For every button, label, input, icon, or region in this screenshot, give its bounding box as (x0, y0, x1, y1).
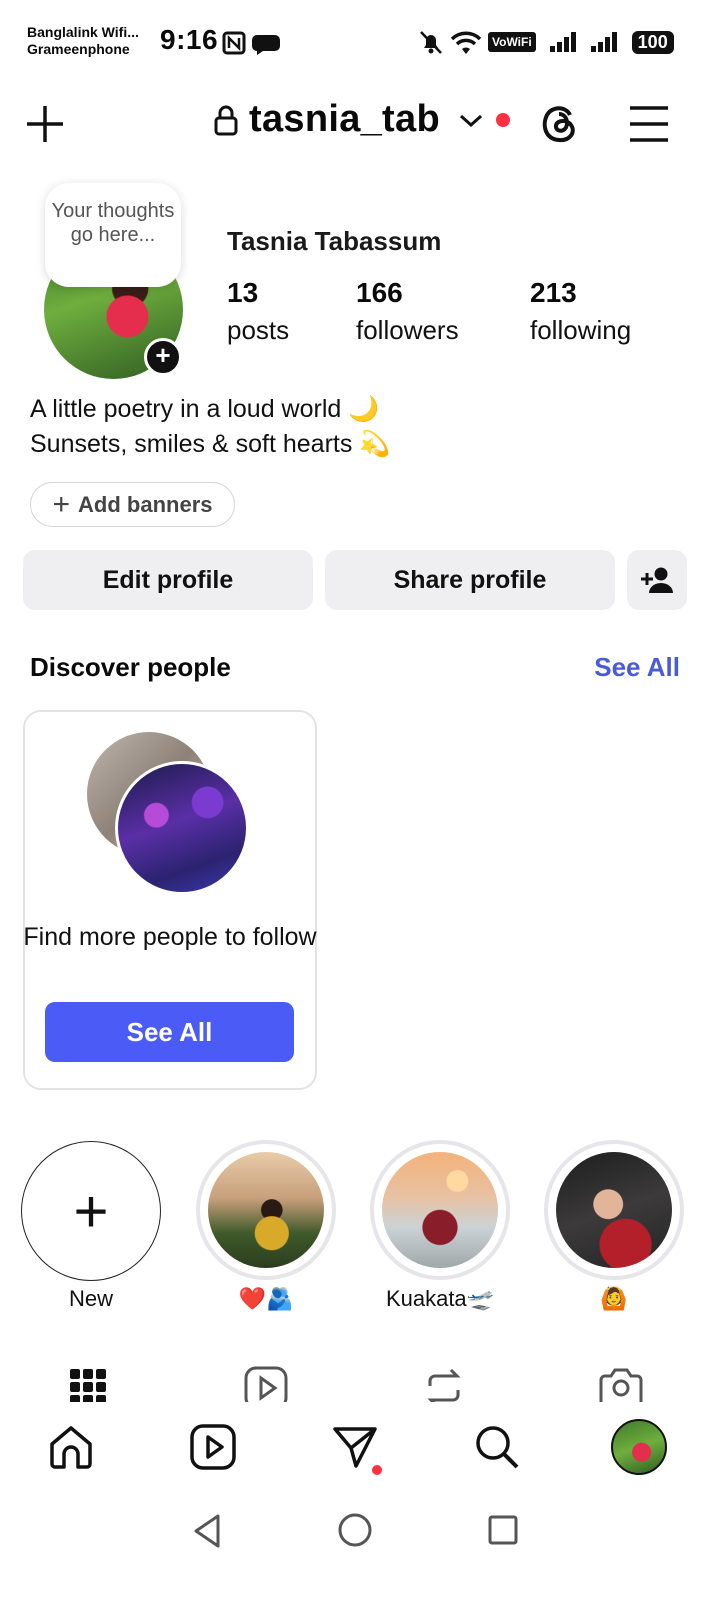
suggested-person-photo (115, 761, 249, 895)
reels-icon[interactable] (190, 1424, 236, 1470)
highlight-cover (382, 1152, 498, 1268)
bell-muted-icon (420, 31, 442, 54)
username: tasnia_tab (249, 98, 440, 140)
stat-posts[interactable]: 13 posts (227, 277, 289, 346)
profile-tabs (0, 1352, 725, 1402)
carrier-line-2: Grameenphone (27, 41, 130, 57)
followers-count: 166 (356, 277, 403, 308)
recents-icon[interactable] (487, 1514, 519, 1546)
note-bubble[interactable]: Your thoughts go here... (45, 183, 181, 287)
menu-icon[interactable] (628, 104, 670, 144)
vowifi-badge: VoWiFi (488, 32, 536, 52)
full-name: Tasnia Tabassum (227, 226, 442, 256)
add-person-icon (641, 567, 673, 593)
search-icon[interactable] (474, 1424, 520, 1470)
posts-label: posts (227, 315, 290, 345)
find-more-text: Find more people to follow (23, 923, 317, 951)
carrier-info: Banglalink Wifi... Grameenphone (27, 24, 139, 58)
bio: A little poetry in a loud world 🌙 Sunset… (30, 392, 390, 462)
highlight-item[interactable] (544, 1140, 684, 1280)
share-profile-button[interactable]: Share profile (325, 550, 615, 610)
create-plus-icon[interactable] (25, 104, 65, 144)
system-nav-bar (0, 1502, 725, 1600)
highlight-item[interactable] (196, 1140, 336, 1280)
messages-icon[interactable] (332, 1424, 378, 1470)
new-highlight-button[interactable]: + (21, 1141, 161, 1281)
status-icons: VoWiFi 100 (418, 26, 674, 58)
tagged-tab-icon[interactable] (598, 1366, 644, 1402)
profile-nav-avatar[interactable] (611, 1419, 667, 1475)
see-all-button[interactable]: See All (45, 1002, 294, 1062)
threads-icon[interactable] (537, 101, 581, 145)
home-icon[interactable] (48, 1424, 94, 1470)
messages-notification-dot (372, 1465, 382, 1475)
signal-icon-sim2 (590, 32, 617, 52)
posts-count: 13 (227, 277, 259, 308)
highlight-cover (208, 1152, 324, 1268)
signal-icon-sim1 (549, 32, 576, 52)
highlight-label: ❤️🫂 (238, 1286, 294, 1311)
back-icon[interactable] (190, 1512, 224, 1550)
reposts-tab-icon[interactable] (422, 1366, 466, 1402)
wifi-icon (450, 31, 482, 54)
status-time: 9:16 (160, 24, 219, 55)
grid-icon[interactable] (70, 1367, 108, 1402)
followers-label: followers (356, 315, 459, 345)
highlight-item[interactable] (370, 1140, 510, 1280)
edit-profile-button[interactable]: Edit profile (23, 550, 313, 610)
discover-people-title: Discover people (30, 652, 231, 682)
stat-following[interactable]: 213 following (530, 277, 631, 346)
see-all-link[interactable]: See All (594, 652, 680, 683)
carrier-line-1: Banglalink Wifi... (27, 24, 139, 40)
battery-indicator: 100 (631, 30, 674, 54)
bio-line: Sunsets, smiles & soft hearts 💫 (30, 430, 391, 458)
account-switcher[interactable]: tasnia_tab (213, 98, 510, 141)
discover-people-button[interactable] (627, 550, 687, 610)
plus-icon: + (52, 487, 71, 521)
add-banners-label: Add banners (78, 491, 213, 517)
highlight-label: Kuakata🛫 (385, 1286, 495, 1311)
lock-icon (214, 105, 238, 135)
highlight-label: New (68, 1286, 113, 1311)
status-bar: Banglalink Wifi... Grameenphone 9:16 VoW… (0, 0, 725, 80)
add-banners-button[interactable]: + Add banners (30, 482, 235, 527)
highlight-cover (556, 1152, 672, 1268)
highlight-label: 🙆 (600, 1286, 628, 1311)
following-count: 213 (530, 277, 577, 308)
nfc-and-chat-icons (222, 31, 280, 55)
bio-line: A little poetry in a loud world 🌙 (30, 395, 380, 423)
following-label: following (530, 315, 632, 345)
reels-tab-icon[interactable] (244, 1366, 288, 1402)
chevron-down-icon (459, 114, 482, 127)
home-circle-icon[interactable] (337, 1512, 373, 1548)
add-story-plus-icon[interactable]: + (144, 338, 182, 376)
stat-followers[interactable]: 166 followers (356, 277, 459, 346)
notification-dot (495, 112, 510, 127)
